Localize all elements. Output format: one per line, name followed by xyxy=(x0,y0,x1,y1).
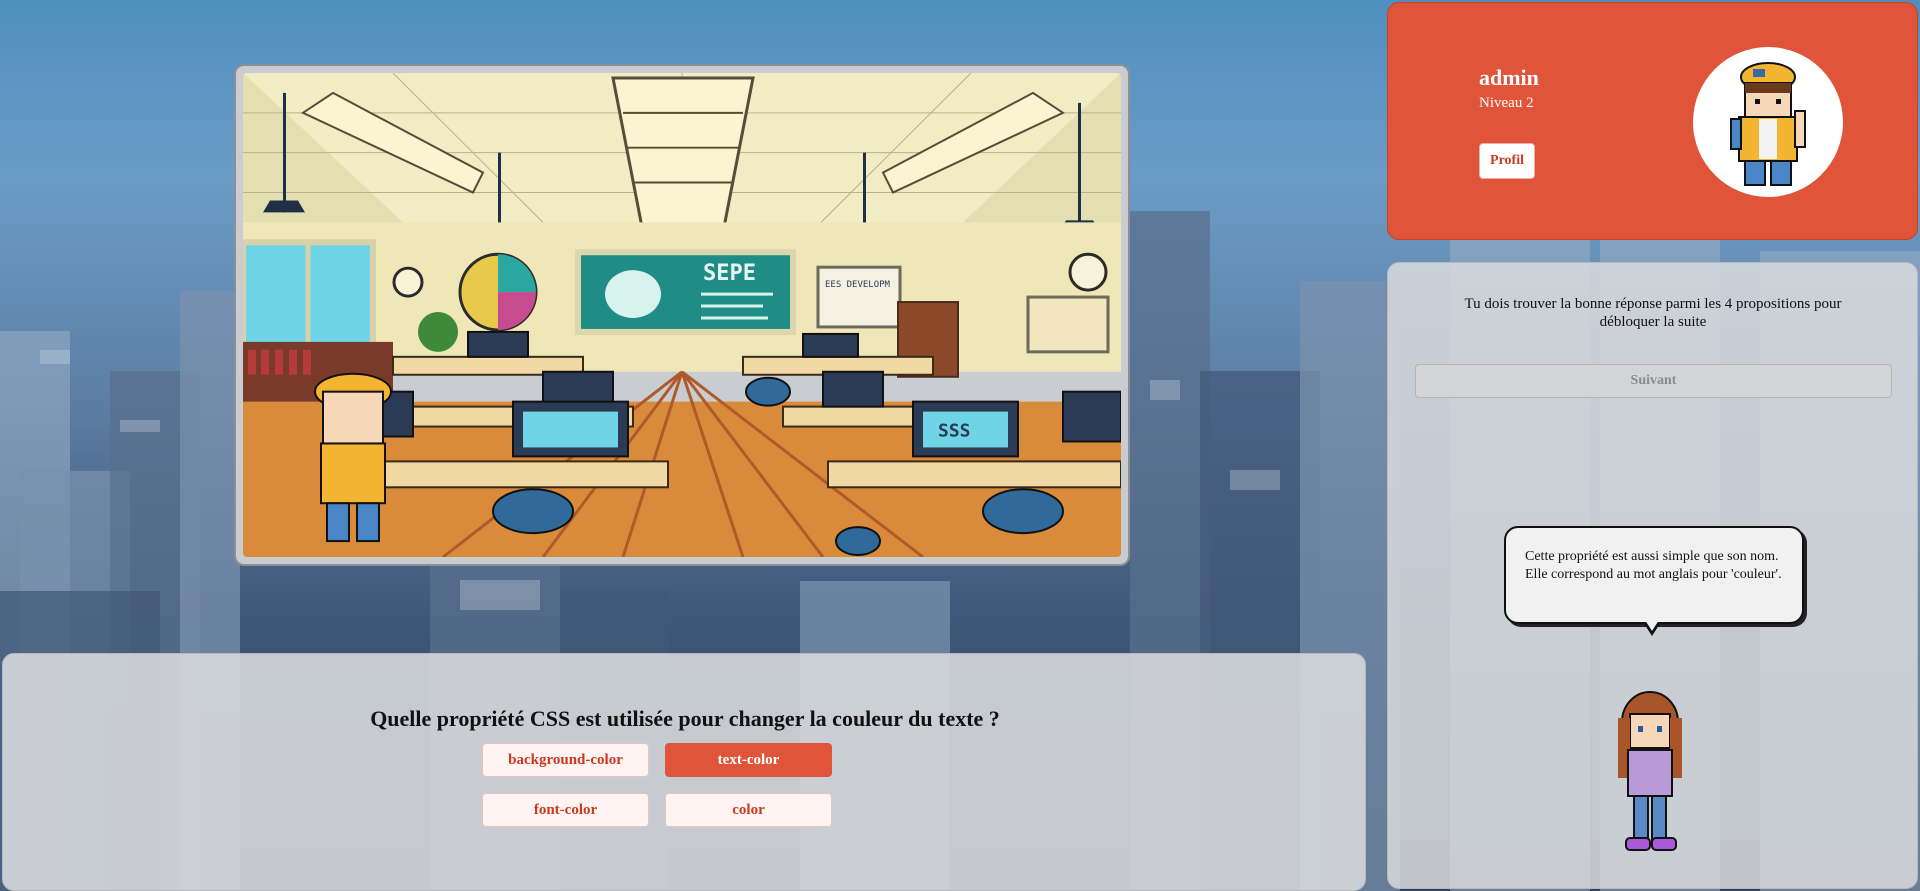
monitor-text: SSS xyxy=(938,421,971,442)
girl-guide-icon xyxy=(1618,691,1682,851)
quiz-panel: Quelle propriété CSS est utilisée pour c… xyxy=(2,653,1366,891)
answer-font-color[interactable]: font-color xyxy=(482,793,649,827)
board-text: SEPE xyxy=(703,261,756,286)
user-level: Niveau 2 xyxy=(1479,95,1534,111)
username: admin xyxy=(1479,65,1539,90)
avatar xyxy=(1693,47,1843,197)
answer-text-color[interactable]: text-color xyxy=(665,743,832,777)
profile-button[interactable]: Profil xyxy=(1479,143,1535,179)
hint-bubble: Cette propriété est aussi simple que son… xyxy=(1504,526,1804,636)
side-board-text: EES DEVELOPM xyxy=(825,280,891,290)
boy-avatar-icon xyxy=(1730,62,1806,186)
instructions-text: Tu dois trouver la bonne réponse parmi l… xyxy=(1464,296,1842,330)
game-scene: SEPE EES DEVELOPM SSS xyxy=(234,64,1130,566)
answer-background-color[interactable]: background-color xyxy=(482,743,649,777)
profile-card: admin Niveau 2 Profil xyxy=(1387,2,1918,240)
hint-text: Cette propriété est aussi simple que son… xyxy=(1525,549,1782,582)
answer-color[interactable]: color xyxy=(665,793,832,827)
classroom-illustration: SEPE EES DEVELOPM SSS xyxy=(243,73,1121,557)
next-button[interactable]: Suivant xyxy=(1415,364,1892,398)
side-panel: Tu dois trouver la bonne réponse parmi l… xyxy=(1387,262,1918,889)
question-text: Quelle propriété CSS est utilisée pour c… xyxy=(370,706,1000,731)
